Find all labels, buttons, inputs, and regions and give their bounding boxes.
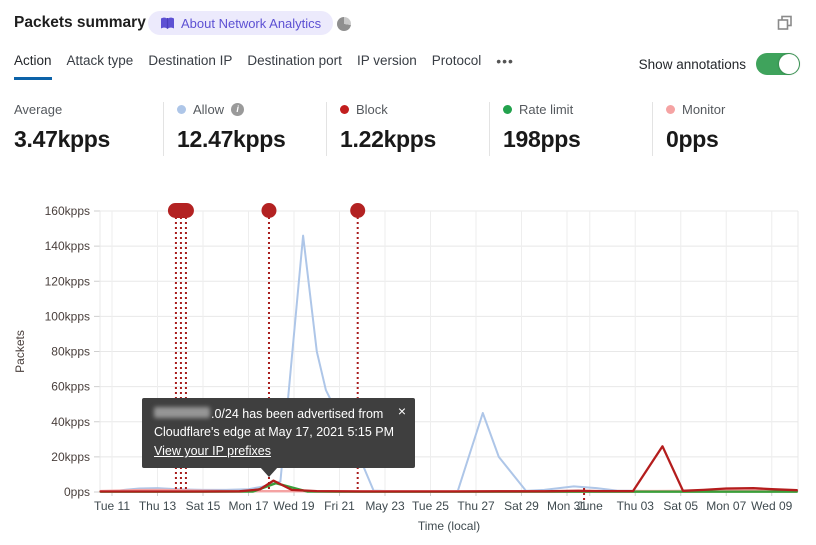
x-tick-label: Fri 21 [324, 499, 355, 513]
tab-bar: Action Attack type Destination IP Destin… [14, 53, 514, 80]
info-icon[interactable]: i [231, 102, 245, 116]
stat-label: Allow [193, 101, 225, 117]
tab-action[interactable]: Action [14, 53, 52, 80]
stat-monitor: Monitor 0pps [666, 101, 816, 153]
x-tick-label: Tue 25 [412, 499, 449, 513]
stat-value: 3.47kpps [14, 126, 111, 152]
tab-destination-ip[interactable]: Destination IP [148, 53, 232, 80]
about-network-analytics-badge[interactable]: About Network Analytics [148, 11, 334, 35]
toggle-knob [779, 54, 799, 74]
stat-label: Rate limit [519, 101, 574, 117]
x-tick-label: May 23 [365, 499, 405, 513]
show-annotations-label: Show annotations [638, 56, 746, 72]
block-dot [340, 104, 349, 114]
divider [163, 102, 164, 156]
tooltip-line1: .0/24 has been advertised from [154, 405, 403, 423]
show-annotations-control: Show annotations [639, 53, 800, 75]
stat-value: 12.47kpps [177, 126, 286, 152]
tab-destination-port[interactable]: Destination port [247, 53, 342, 80]
divider [489, 102, 490, 156]
redacted-ip-prefix [154, 407, 210, 418]
y-tick-label: 140kpps [45, 239, 90, 253]
stat-value: 0pps [666, 126, 719, 152]
tooltip-line2: Cloudflare's edge at May 17, 2021 5:15 P… [154, 425, 395, 439]
stat-allow: Allow i 12.47kpps [177, 101, 327, 153]
x-tick-label: Sat 05 [663, 499, 698, 513]
divider [652, 102, 653, 156]
y-tick-label: 80kpps [51, 345, 90, 359]
show-annotations-toggle[interactable] [756, 53, 800, 75]
stat-value: 1.22kpps [340, 126, 437, 152]
divider [326, 102, 327, 156]
x-tick-label: Wed 19 [273, 499, 314, 513]
rate-limit-dot [503, 104, 512, 114]
y-tick-label: 100kpps [45, 309, 90, 323]
x-tick-label: Wed 09 [751, 499, 792, 513]
y-tick-label: 160kpps [45, 204, 90, 218]
stat-value: 198pps [503, 126, 581, 152]
annotation-cluster-dot[interactable] [167, 203, 194, 218]
monitor-dot [666, 104, 675, 114]
stat-average: Average 3.47kpps [14, 101, 164, 153]
tab-protocol[interactable]: Protocol [432, 53, 482, 80]
stat-label: Monitor [682, 101, 726, 117]
network-analytics-panel: Packets summary About Network Analytics … [0, 0, 816, 545]
annotation-dot[interactable] [350, 203, 366, 218]
tooltip-arrow [260, 467, 278, 477]
pie-status-icon [337, 17, 351, 31]
x-tick-label: Tue 11 [94, 499, 130, 513]
stat-block: Block 1.22kpps [340, 101, 490, 153]
x-tick-label: Thu 03 [617, 499, 655, 513]
x-tick-label: Thu 27 [457, 499, 495, 513]
chart-svg: 0pps 20kpps 40kpps 60kpps 80kpps 100kpps 120kp… [13, 203, 799, 533]
x-tick-label: Thu 13 [139, 499, 177, 513]
x-tick-label: Mon 07 [706, 499, 746, 513]
stat-rate-limit: Rate limit 198pps [503, 101, 653, 153]
x-axis-title: Time (local) [418, 519, 480, 533]
tab-ip-version[interactable]: IP version [357, 53, 417, 80]
more-tabs-icon[interactable]: ••• [496, 53, 514, 80]
annotation-dot[interactable] [261, 203, 277, 218]
y-axis-title: Packets [13, 330, 27, 373]
x-tick-label: Sat 15 [186, 499, 221, 513]
y-tick-label: 0pps [64, 485, 90, 499]
y-tick-label: 120kpps [45, 274, 90, 288]
annotation-tooltip: × .0/24 has been advertised from Cloudfl… [142, 398, 415, 477]
restore-window-icon[interactable] [774, 12, 796, 34]
page-title: Packets summary [14, 14, 146, 31]
y-tick-label: 20kpps [51, 450, 90, 464]
y-tick-label: 40kpps [51, 415, 90, 429]
book-icon [160, 17, 175, 30]
badge-label: About Network Analytics [181, 15, 322, 31]
close-icon[interactable]: × [398, 402, 406, 420]
stat-label: Average [14, 101, 63, 117]
view-ip-prefixes-link[interactable]: View your IP prefixes [154, 442, 271, 460]
x-tick-label: Sat 29 [504, 499, 539, 513]
x-tick-label: June [577, 499, 603, 513]
y-tick-label: 60kpps [51, 380, 90, 394]
stat-label: Block [356, 101, 388, 117]
allow-dot [177, 104, 186, 114]
tab-attack-type[interactable]: Attack type [67, 53, 134, 80]
x-tick-label: Mon 17 [228, 499, 268, 513]
packets-chart: 0pps 20kpps 40kpps 60kpps 80kpps 100kpps 120kp… [0, 195, 816, 545]
